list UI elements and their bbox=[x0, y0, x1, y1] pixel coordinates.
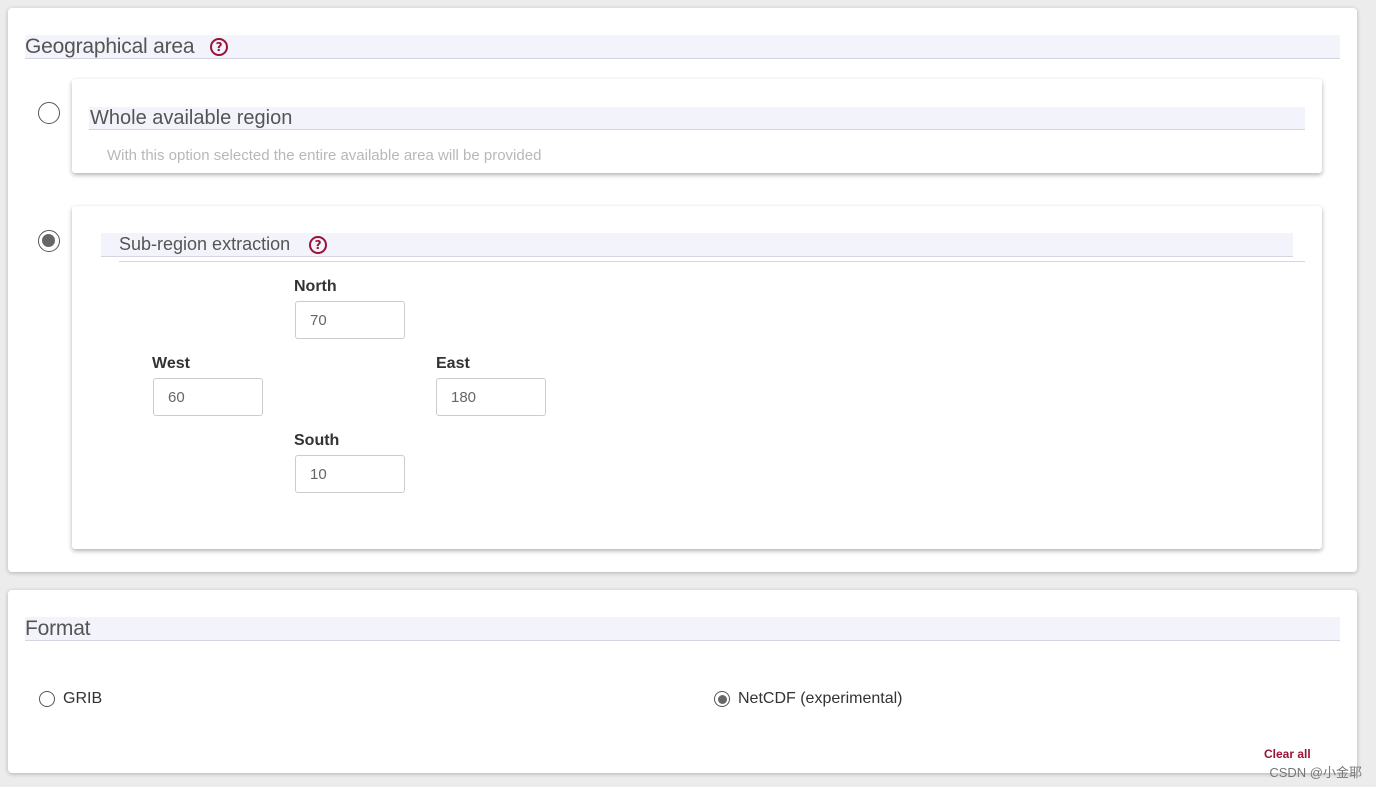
whole-region-radio[interactable] bbox=[38, 102, 60, 124]
format-title: Format bbox=[25, 617, 91, 640]
south-label: South bbox=[294, 432, 340, 449]
whole-region-description: With this option selected the entire ava… bbox=[107, 147, 542, 164]
help-icon[interactable]: ? bbox=[309, 236, 328, 255]
whole-region-header: Whole available region bbox=[89, 107, 1305, 130]
east-label: East bbox=[436, 355, 470, 372]
east-input[interactable] bbox=[436, 378, 546, 416]
subregion-title: Sub-region extraction ? bbox=[119, 233, 328, 255]
netcdf-label[interactable]: NetCDF (experimental) bbox=[738, 690, 902, 708]
subregion-radio[interactable] bbox=[38, 230, 60, 252]
format-panel: Format GRIB NetCDF (experimental) Clear … bbox=[8, 590, 1357, 773]
format-header: Format bbox=[25, 617, 1340, 641]
geographical-area-panel: Geographical area ? Whole available regi… bbox=[8, 8, 1357, 572]
netcdf-radio[interactable] bbox=[714, 691, 730, 707]
north-input[interactable] bbox=[295, 301, 405, 339]
geographical-area-header: Geographical area ? bbox=[25, 35, 1340, 59]
grib-radio[interactable] bbox=[39, 691, 55, 707]
clear-all-link[interactable]: Clear all bbox=[1264, 747, 1311, 761]
subregion-card[interactable]: Sub-region extraction ? North West East … bbox=[72, 206, 1322, 549]
west-label: West bbox=[152, 355, 190, 372]
geographical-area-title-text: Geographical area bbox=[25, 35, 195, 58]
grib-label[interactable]: GRIB bbox=[63, 690, 102, 708]
whole-region-card[interactable]: Whole available region With this option … bbox=[72, 79, 1322, 173]
north-label: North bbox=[294, 278, 337, 295]
subregion-header: Sub-region extraction ? bbox=[101, 233, 1293, 257]
west-input[interactable] bbox=[153, 378, 263, 416]
south-input[interactable] bbox=[295, 455, 405, 493]
geographical-area-title: Geographical area ? bbox=[25, 35, 229, 59]
watermark: CSDN @小金耶 bbox=[1269, 765, 1362, 780]
help-icon[interactable]: ? bbox=[210, 38, 229, 57]
subregion-divider bbox=[119, 261, 1305, 262]
whole-region-title: Whole available region bbox=[90, 107, 293, 129]
subregion-title-text: Sub-region extraction bbox=[119, 234, 291, 254]
